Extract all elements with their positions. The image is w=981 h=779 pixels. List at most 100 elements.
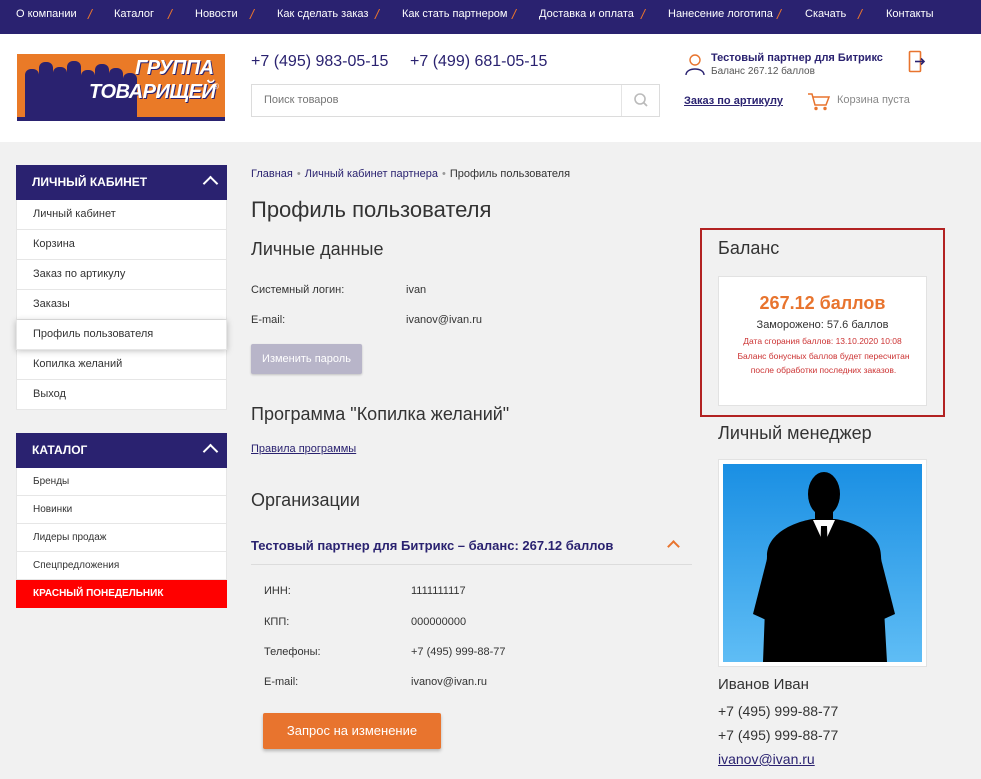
inn-value: 1111111117 [411, 585, 466, 597]
logo-text-line1: ГРУППА [135, 57, 214, 79]
login-value: ivan [406, 284, 427, 296]
brand-logo[interactable]: ГРУППА ТОВАРИЩЕЙ ® [17, 54, 225, 121]
chevron-up-icon[interactable] [667, 540, 680, 553]
sidebar-item-profile[interactable]: Профиль пользователя [16, 320, 227, 350]
sidebar-item-special-offers[interactable]: Спецпредложения [16, 552, 227, 580]
kpp-value: 000000000 [411, 616, 467, 628]
cart-status[interactable]: Корзина пуста [837, 94, 910, 106]
manager-title: Личный менеджер [718, 423, 872, 443]
sidebar-item-brands[interactable]: Бренды [16, 468, 227, 496]
program-rules-link[interactable]: Правила программы [251, 443, 356, 455]
sidebar-item-order-by-article[interactable]: Заказ по артикулу [16, 260, 227, 290]
sidebar-item-new[interactable]: Новинки [16, 496, 227, 524]
nav-separator: / [858, 6, 862, 22]
organizations-title: Организации [251, 490, 360, 510]
breadcrumb-separator: • [296, 168, 301, 180]
personal-data-title: Личные данные [251, 239, 384, 259]
logo-figure [67, 61, 81, 117]
logo-figure [53, 67, 67, 117]
organization-name: Тестовый партнер для Битрикс – баланс: 2… [251, 538, 614, 553]
nav-separator: / [88, 6, 92, 22]
sidebar-catalog-header[interactable]: КАТАЛОГ [16, 433, 227, 468]
nav-separator: / [375, 6, 379, 22]
nav-become-partner[interactable]: Как стать партнером [402, 0, 508, 34]
nav-separator: / [641, 6, 645, 22]
search-icon [634, 93, 648, 107]
logout-icon[interactable] [908, 50, 926, 74]
email-value: ivanov@ivan.ru [406, 314, 482, 326]
inn-label: ИНН: [264, 585, 291, 597]
nav-separator: / [777, 6, 781, 22]
search-button[interactable] [621, 85, 659, 116]
phone-primary[interactable]: +7 (495) 983-05-15 [251, 53, 388, 71]
page-title: Профиль пользователя [251, 197, 492, 222]
top-navigation: О компании / Каталог / Новости / Как сде… [0, 0, 981, 34]
logo-figure [39, 62, 53, 117]
sidebar-cabinet: ЛИЧНЫЙ КАБИНЕТ Личный кабинет Корзина За… [16, 165, 227, 410]
nav-separator: / [168, 6, 172, 22]
balance-title: Баланс [718, 238, 780, 258]
nav-delivery[interactable]: Доставка и оплата [539, 0, 634, 34]
nav-separator: / [512, 6, 516, 22]
breadcrumb-home[interactable]: Главная [251, 168, 293, 180]
sidebar-item-logout[interactable]: Выход [16, 380, 227, 410]
manager-silhouette-image [723, 464, 922, 662]
program-title: Программа "Копилка желаний" [251, 404, 510, 424]
nav-how-to-order[interactable]: Как сделать заказ [277, 0, 368, 34]
change-password-button[interactable]: Изменить пароль [251, 344, 362, 374]
sidebar-item-bestsellers[interactable]: Лидеры продаж [16, 524, 227, 552]
user-balance: Баланс 267.12 баллов [711, 66, 815, 77]
organization-accordion-header[interactable]: Тестовый партнер для Битрикс – баланс: 2… [251, 530, 692, 565]
cart-icon[interactable] [807, 91, 831, 111]
breadcrumb-partner[interactable]: Личный кабинет партнера [305, 168, 438, 180]
manager-email-link[interactable]: ivanov@ivan.ru [718, 751, 815, 767]
logo-text-line2: ТОВАРИЩЕЙ [89, 81, 216, 103]
request-change-button[interactable]: Запрос на изменение [263, 713, 441, 749]
search-box [251, 84, 660, 117]
balance-expiry: Дата сгорания баллов: 13.10.2020 10:08 [743, 336, 902, 346]
breadcrumb-separator: • [441, 168, 446, 180]
nav-about[interactable]: О компании [16, 0, 77, 34]
balance-card: 267.12 баллов Заморожено: 57.6 баллов Да… [718, 276, 927, 406]
logo-figure [25, 69, 39, 117]
chevron-up-icon[interactable] [202, 175, 219, 192]
breadcrumb: Главная • Личный кабинет партнера • Профиль … [251, 168, 570, 180]
org-email-label: E-mail: [264, 676, 299, 688]
sidebar-catalog-title: КАТАЛОГ [32, 443, 88, 457]
phones-label: Телефоны: [264, 646, 321, 658]
sidebar-catalog: КАТАЛОГ Бренды Новинки Лидеры продаж Спе… [16, 433, 227, 608]
search-input[interactable] [262, 93, 612, 107]
manager-photo [718, 459, 927, 667]
chevron-up-icon[interactable] [202, 443, 219, 460]
user-icon [685, 54, 705, 76]
phones-value: +7 (495) 999-88-77 [411, 646, 506, 658]
manager-phone-2[interactable]: +7 (495) 999-88-77 [718, 727, 838, 743]
sidebar-cabinet-title: ЛИЧНЫЙ КАБИНЕТ [32, 175, 148, 189]
order-by-article-link[interactable]: Заказ по артикулу [684, 95, 783, 107]
logo-registered-mark: ® [213, 82, 219, 91]
org-email-value: ivanov@ivan.ru [411, 676, 487, 688]
phone-secondary[interactable]: +7 (499) 681-05-15 [410, 53, 547, 71]
sidebar-item-wishlist[interactable]: Копилка желаний [16, 350, 227, 380]
sidebar-item-cart[interactable]: Корзина [16, 230, 227, 260]
breadcrumb-current: Профиль пользователя [449, 168, 571, 180]
nav-news[interactable]: Новости [195, 0, 238, 34]
nav-contacts[interactable]: Контакты [886, 0, 934, 34]
balance-amount: 267.12 баллов [759, 293, 886, 313]
manager-name: Иванов Иван [718, 676, 809, 693]
nav-catalog[interactable]: Каталог [114, 0, 154, 34]
sidebar-cabinet-header[interactable]: ЛИЧНЫЙ КАБИНЕТ [16, 165, 227, 200]
user-name[interactable]: Тестовый партнер для Битрикс [711, 52, 883, 64]
email-label: E-mail: [251, 314, 286, 326]
balance-frozen: Заморожено: 57.6 баллов [756, 319, 889, 331]
nav-download[interactable]: Скачать [805, 0, 846, 34]
balance-note: Баланс бонусных баллов будет пересчитан … [737, 351, 910, 375]
sidebar-item-cabinet[interactable]: Личный кабинет [16, 200, 227, 230]
nav-logo-printing[interactable]: Нанесение логотипа [668, 0, 773, 34]
login-label: Системный логин: [251, 284, 345, 296]
nav-separator: / [250, 6, 254, 22]
sidebar-item-red-monday[interactable]: КРАСНЫЙ ПОНЕДЕЛЬНИК [16, 580, 227, 608]
sidebar-item-orders[interactable]: Заказы [16, 290, 227, 320]
manager-phone-1[interactable]: +7 (495) 999-88-77 [718, 703, 838, 719]
kpp-label: КПП: [264, 616, 290, 628]
